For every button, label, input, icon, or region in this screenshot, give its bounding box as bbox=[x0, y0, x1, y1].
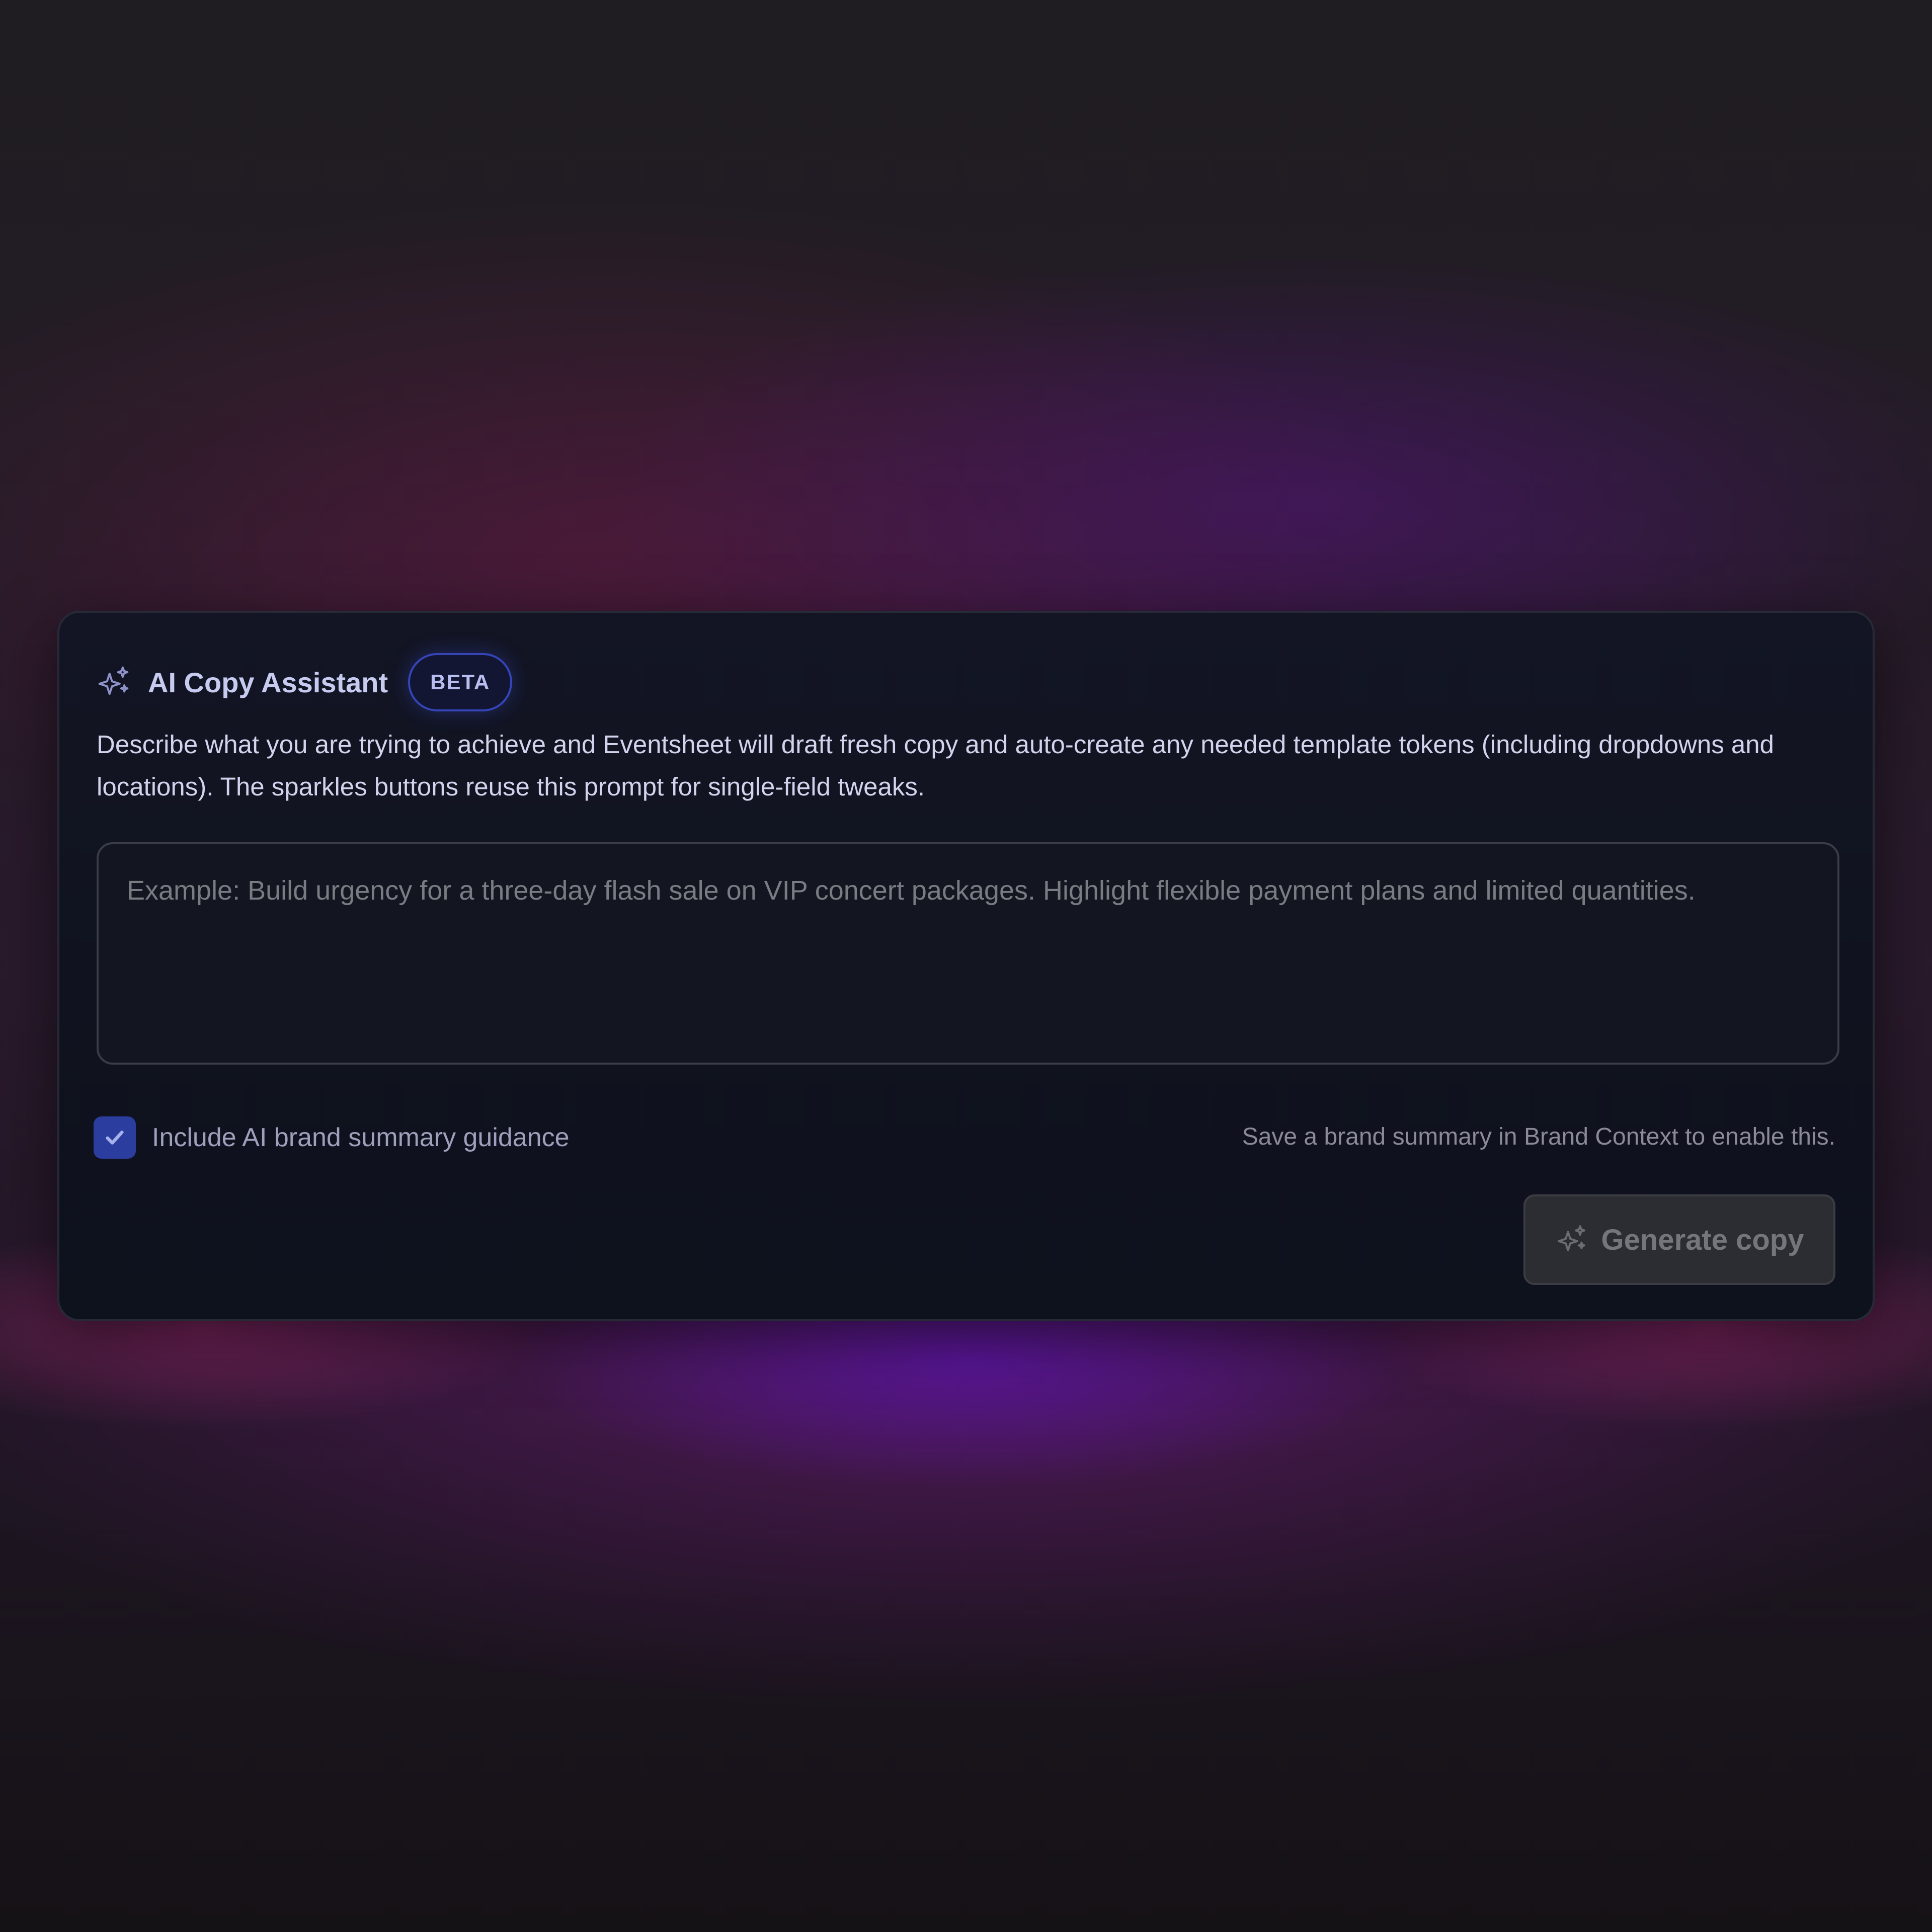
sparkles-icon bbox=[98, 666, 129, 695]
panel-header: AI Copy Assistant BETA bbox=[96, 652, 513, 712]
beta-badge: BETA bbox=[408, 653, 513, 711]
checkmark-icon bbox=[106, 1131, 124, 1145]
generate-copy-label: Generate copy bbox=[1601, 1223, 1804, 1256]
ai-copy-assistant-panel: AI Copy Assistant BETA Describe what you… bbox=[57, 611, 1875, 1321]
prompt-input[interactable] bbox=[97, 842, 1839, 1065]
sparkles-icon bbox=[1557, 1225, 1585, 1252]
brand-guidance-checkbox[interactable] bbox=[94, 1116, 136, 1159]
brand-guidance-option[interactable]: Include AI brand summary guidance bbox=[94, 1115, 570, 1160]
brand-guidance-label: Include AI brand summary guidance bbox=[152, 1123, 570, 1152]
brand-guidance-hint: Save a brand summary in Brand Context to… bbox=[1242, 1123, 1835, 1150]
panel-description: Describe what you are trying to achieve … bbox=[97, 730, 1774, 801]
panel-title: AI Copy Assistant bbox=[148, 666, 388, 698]
generate-copy-button[interactable]: Generate copy bbox=[1523, 1194, 1835, 1285]
